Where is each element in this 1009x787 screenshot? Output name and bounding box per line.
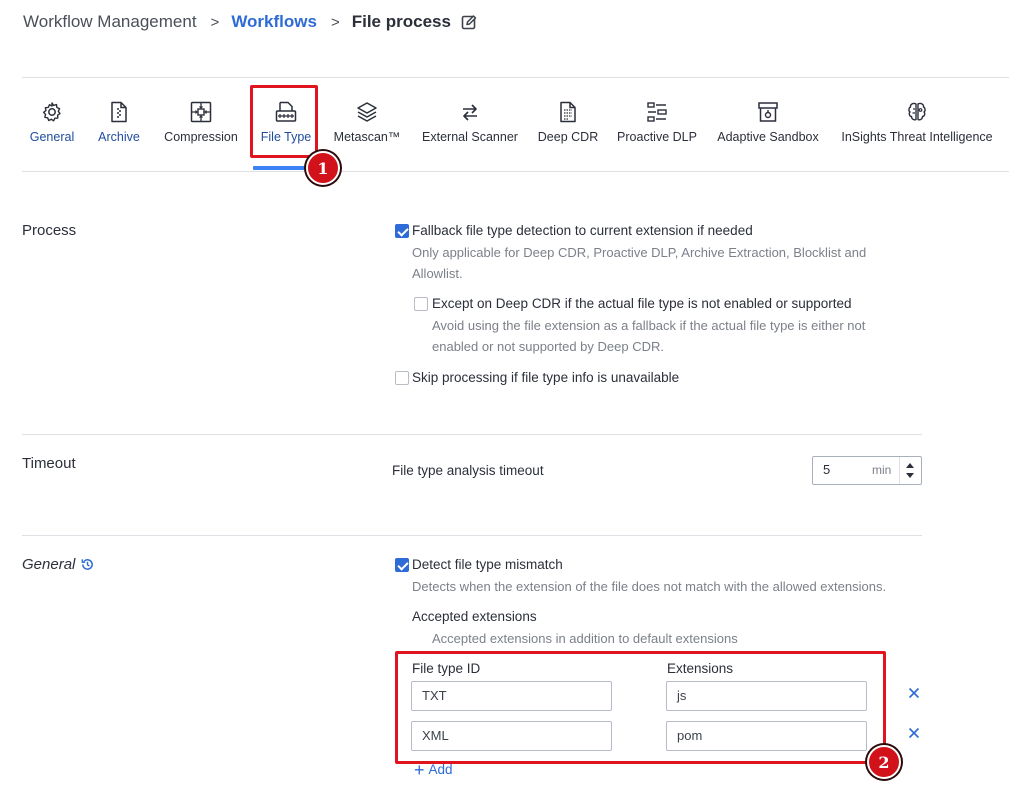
callout-badge-2: 2 — [867, 745, 901, 779]
remove-row-icon[interactable] — [908, 727, 920, 739]
file-type-id-input[interactable]: TXT — [411, 681, 612, 711]
skip-processing-label: Skip processing if file type info is una… — [412, 370, 680, 385]
section-divider — [22, 434, 922, 435]
except-description-line: enabled or not supported by Deep CDR. — [432, 339, 664, 354]
file-type-id-input[interactable]: XML — [411, 721, 612, 751]
section-divider — [22, 535, 922, 536]
tab-label: Proactive DLP — [617, 130, 697, 144]
column-header-extensions: Extensions — [667, 661, 734, 676]
sandbox-icon — [758, 102, 778, 122]
detect-mismatch-label: Detect file type mismatch — [412, 557, 563, 572]
section-title-timeout: Timeout — [22, 455, 76, 472]
tab-external-scanner[interactable]: External Scanner — [422, 100, 518, 160]
tab-compression[interactable]: Compression — [164, 100, 238, 160]
page-title: File process — [351, 12, 451, 31]
timeout-unit: min — [872, 463, 892, 477]
section-title-general: General — [22, 556, 95, 573]
tab-label: Metascan™ — [333, 130, 401, 144]
stepper-controls — [899, 457, 921, 484]
tab-label: Archive — [98, 130, 140, 144]
detect-mismatch-description: Detects when the extension of the file d… — [412, 579, 887, 594]
edit-icon[interactable] — [461, 14, 477, 30]
except-description-line: Avoid using the file extension as a fall… — [432, 318, 866, 333]
history-icon[interactable] — [80, 557, 95, 572]
breadcrumb-workflow-management[interactable]: Workflow Management — [23, 12, 197, 32]
dlp-icon — [647, 102, 667, 122]
breadcrumb-separator: > — [330, 13, 340, 31]
section-title-process: Process — [22, 222, 77, 239]
gear-icon — [42, 102, 61, 122]
add-label: Add — [428, 762, 453, 777]
deep-cdr-icon — [560, 101, 576, 123]
tab-insights-threat-intelligence[interactable]: InSights Threat Intelligence — [841, 100, 993, 160]
extension-input[interactable]: js — [666, 681, 867, 711]
timeout-value[interactable]: 5 — [823, 462, 830, 477]
swap-arrows-icon — [463, 104, 477, 121]
plus-icon: + — [414, 759, 425, 780]
breadcrumb-separator: > — [210, 13, 220, 31]
fallback-description-line: Allowlist. — [412, 266, 463, 281]
stepper-down-icon[interactable] — [906, 473, 914, 478]
layers-icon — [357, 102, 377, 122]
tab-label: Compression — [164, 130, 238, 144]
fallback-description-line: Only applicable for Deep CDR, Proactive … — [412, 245, 867, 260]
remove-row-icon[interactable] — [908, 687, 920, 699]
except-deep-cdr-label: Except on Deep CDR if the actual file ty… — [432, 296, 852, 311]
extension-input[interactable]: pom — [666, 721, 867, 751]
tab-proactive-dlp[interactable]: Proactive DLP — [617, 100, 697, 160]
tab-metascan[interactable]: Metascan™ — [334, 100, 400, 160]
breadcrumb: Workflow Management > Workflows > File p… — [23, 11, 477, 33]
tab-archive[interactable]: Archive — [96, 100, 142, 160]
tab-file-type[interactable]: File Type — [258, 100, 314, 160]
tab-label: File Type — [260, 130, 312, 144]
column-header-file-type-id: File type ID — [412, 661, 481, 676]
tab-adaptive-sandbox[interactable]: Adaptive Sandbox — [717, 100, 819, 160]
except-deep-cdr-checkbox[interactable] — [414, 297, 428, 311]
except-deep-cdr-description: Avoid using the file extension as a fall… — [432, 315, 865, 357]
tab-general[interactable]: General — [29, 100, 75, 160]
fallback-description: Only applicable for Deep CDR, Proactive … — [412, 242, 866, 284]
tab-deep-cdr[interactable]: Deep CDR — [537, 100, 599, 160]
tab-label: Adaptive Sandbox — [717, 130, 819, 144]
accepted-extensions-description: Accepted extensions in addition to defau… — [432, 631, 738, 646]
tab-label: External Scanner — [422, 130, 518, 144]
general-title-text: General — [22, 556, 76, 573]
callout-badge-1: 1 — [306, 151, 340, 185]
tabs-divider — [22, 171, 1009, 172]
compression-icon — [190, 101, 212, 123]
tab-label: General — [29, 130, 75, 144]
timeout-label: File type analysis timeout — [392, 463, 544, 478]
breadcrumb-workflows-link[interactable]: Workflows — [231, 12, 317, 32]
stepper-up-icon[interactable] — [906, 463, 914, 468]
fallback-label: Fallback file type detection to current … — [412, 223, 753, 238]
tab-label: Deep CDR — [537, 130, 599, 144]
detect-mismatch-checkbox[interactable] — [395, 558, 409, 572]
fallback-checkbox[interactable] — [395, 224, 409, 238]
skip-processing-checkbox[interactable] — [395, 371, 409, 385]
header-divider — [22, 77, 1009, 78]
brain-icon — [908, 102, 926, 121]
timeout-stepper[interactable]: 5 min — [812, 456, 922, 485]
accepted-extensions-title: Accepted extensions — [412, 609, 537, 624]
add-extension-button[interactable]: + Add — [414, 759, 453, 780]
file-type-icon — [275, 101, 297, 122]
active-tab-indicator — [253, 166, 310, 170]
tab-label: InSights Threat Intelligence — [841, 130, 993, 144]
archive-file-icon — [111, 101, 127, 123]
